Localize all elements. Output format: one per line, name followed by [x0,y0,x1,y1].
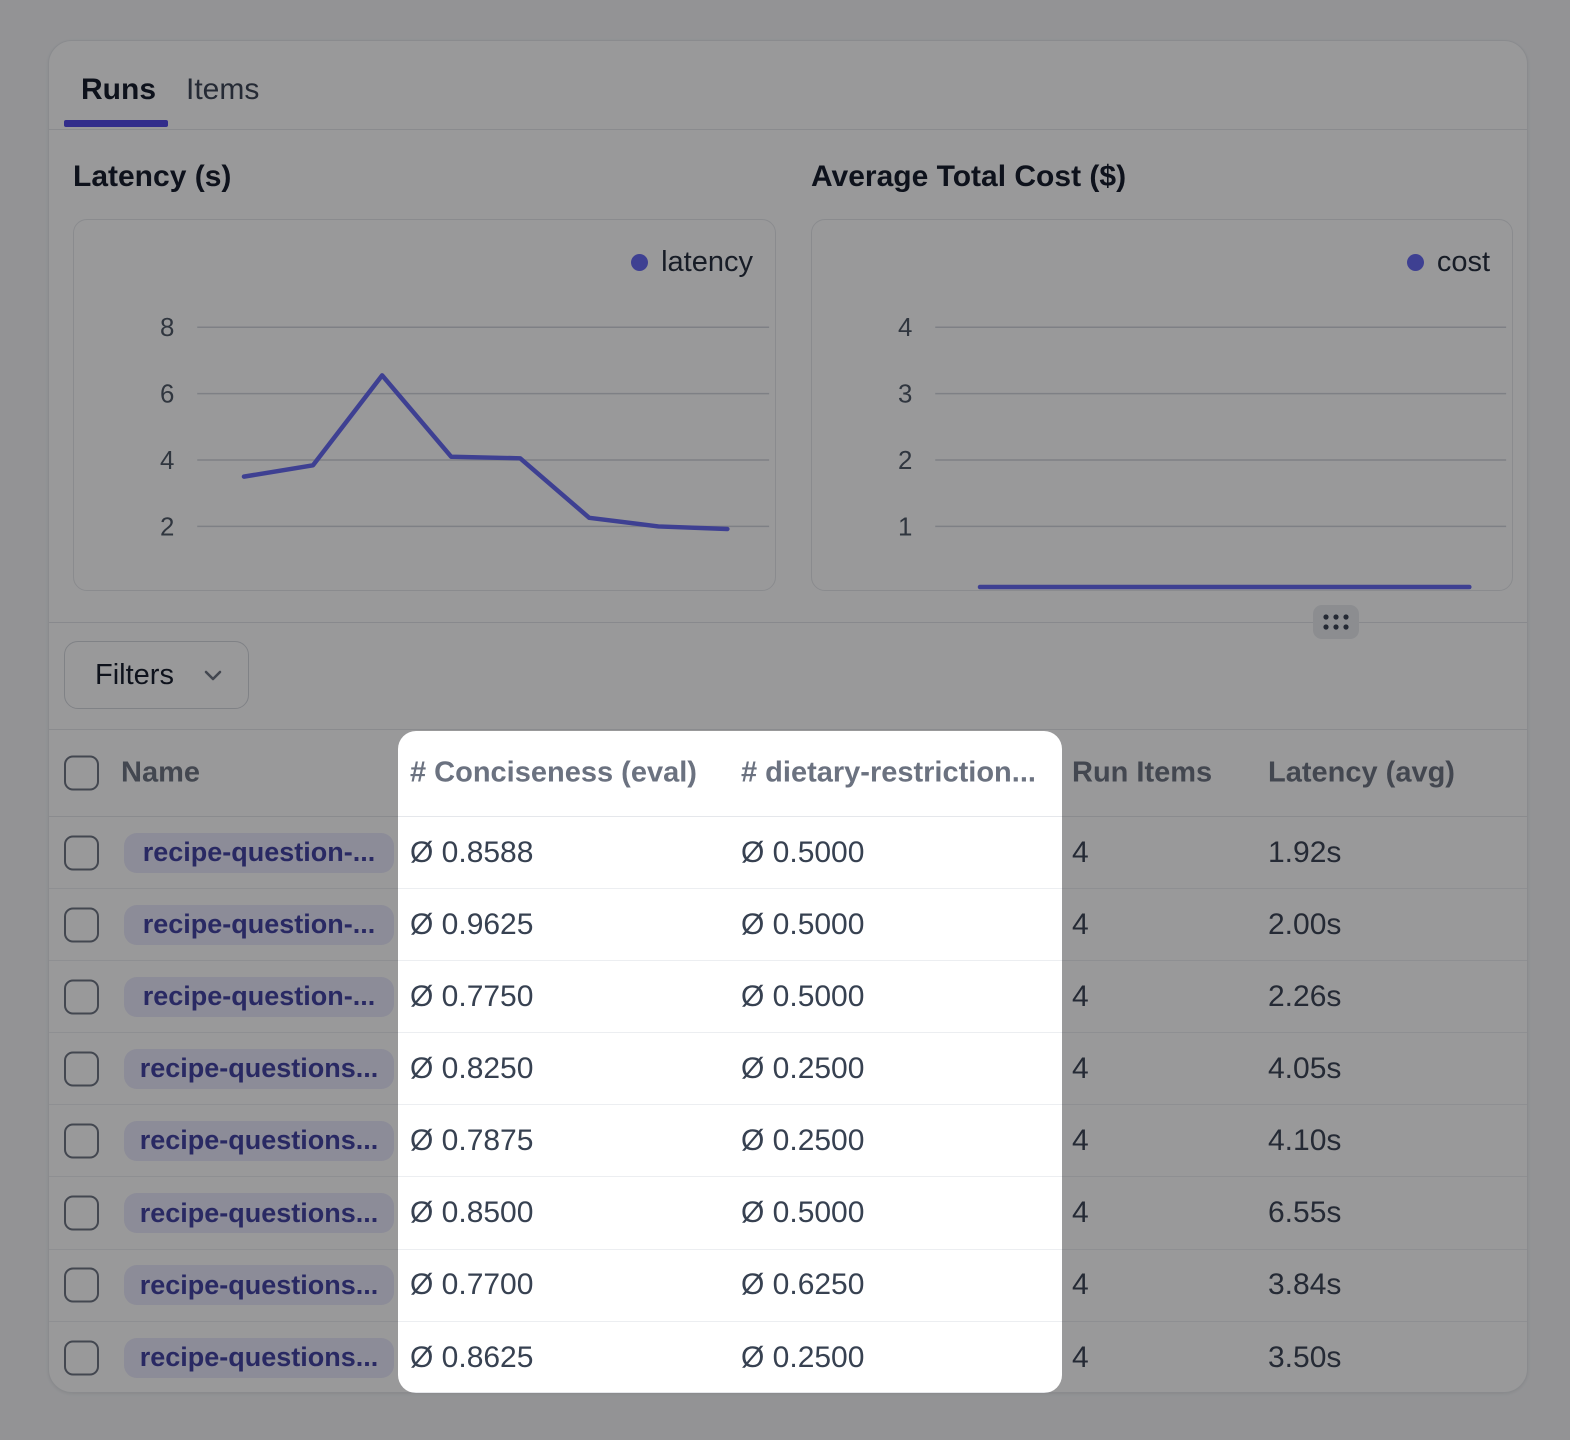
tab-items[interactable]: Items [186,73,259,107]
tab-runs[interactable]: Runs [81,73,156,107]
svg-text:8: 8 [160,314,174,342]
cost-chart-title: Average Total Cost ($) [811,160,1126,194]
active-tab-indicator [64,120,168,127]
tabs-divider [49,129,1527,130]
svg-text:1: 1 [898,513,912,541]
run-name-badge[interactable]: recipe-question-... [124,905,394,945]
cell-dietary: Ø 0.2500 [741,1052,864,1086]
select-all-checkbox[interactable] [64,756,99,791]
page: Runs Items Latency (s) Average Total Cos… [0,0,1570,1440]
latency-chart-title: Latency (s) [73,160,231,194]
column-header-dietary-restriction[interactable]: # dietary-restriction... [741,757,1036,790]
column-header-run-items[interactable]: Run Items [1072,757,1212,790]
cell-conciseness: Ø 0.8500 [410,1196,533,1230]
row-checkbox[interactable] [64,1123,99,1158]
drag-dots-icon [1321,611,1351,633]
table-body: recipe-question-... Ø 0.8588 Ø 0.5000 4 1.92… [49,817,1527,1394]
column-header-latency-avg[interactable]: Latency (avg) [1268,757,1455,790]
row-checkbox[interactable] [64,1051,99,1086]
run-name-badge[interactable]: recipe-questions... [124,1265,394,1305]
table-row[interactable]: recipe-question-... Ø 0.9625 Ø 0.5000 4 2.00… [49,889,1527,961]
svg-text:6: 6 [160,381,174,409]
svg-text:4: 4 [898,314,912,342]
cell-dietary: Ø 0.6250 [741,1268,864,1302]
run-name-badge[interactable]: recipe-question-... [124,977,394,1017]
run-name-badge[interactable]: recipe-questions... [124,1338,394,1378]
cell-conciseness: Ø 0.8588 [410,836,533,870]
row-checkbox[interactable] [64,1340,99,1375]
cell-latency: 2.00s [1268,908,1341,942]
legend-dot-icon [1407,254,1424,271]
column-header-name[interactable]: Name [121,757,200,790]
row-checkbox[interactable] [64,979,99,1014]
cell-run_items: 4 [1072,1196,1089,1230]
cell-run_items: 4 [1072,1052,1089,1086]
filters-button[interactable]: Filters [64,641,249,709]
cell-latency: 4.05s [1268,1052,1341,1086]
cell-latency: 1.92s [1268,836,1341,870]
cost-chart-panel: 4 3 2 1 cost [811,219,1513,591]
row-checkbox[interactable] [64,835,99,870]
resize-handle[interactable] [1313,605,1359,639]
cell-conciseness: Ø 0.7700 [410,1268,533,1302]
row-checkbox[interactable] [64,1268,99,1303]
svg-text:2: 2 [898,447,912,475]
charts-table-divider [49,622,1527,623]
cell-run_items: 4 [1072,1124,1089,1158]
table-row[interactable]: recipe-questions... Ø 0.8250 Ø 0.2500 4 4.05… [49,1033,1527,1105]
table-header: Name # Conciseness (eval) # dietary-rest… [49,729,1527,817]
cell-run_items: 4 [1072,1341,1089,1375]
table-row[interactable]: recipe-questions... Ø 0.8625 Ø 0.2500 4 3.50… [49,1322,1527,1394]
cell-run_items: 4 [1072,836,1089,870]
cell-dietary: Ø 0.5000 [741,980,864,1014]
filters-label: Filters [95,659,174,692]
cell-conciseness: Ø 0.8625 [410,1341,533,1375]
table-row[interactable]: recipe-questions... Ø 0.7875 Ø 0.2500 4 4.10… [49,1105,1527,1177]
run-name-badge[interactable]: recipe-questions... [124,1193,394,1233]
cell-conciseness: Ø 0.7750 [410,980,533,1014]
cell-latency: 6.55s [1268,1196,1341,1230]
cell-conciseness: Ø 0.8250 [410,1052,533,1086]
run-name-badge[interactable]: recipe-questions... [124,1121,394,1161]
latency-chart-panel: 8 6 4 2 latency [73,219,776,591]
run-name-badge[interactable]: recipe-questions... [124,1049,394,1089]
legend-label: cost [1437,246,1490,279]
table-row[interactable]: recipe-questions... Ø 0.7700 Ø 0.6250 4 3.84… [49,1250,1527,1322]
cell-conciseness: Ø 0.9625 [410,908,533,942]
svg-text:2: 2 [160,513,174,541]
table-row[interactable]: recipe-question-... Ø 0.7750 Ø 0.5000 4 2.26… [49,961,1527,1033]
svg-text:4: 4 [160,447,174,475]
cell-run_items: 4 [1072,1268,1089,1302]
cell-run_items: 4 [1072,908,1089,942]
svg-text:3: 3 [898,381,912,409]
cell-dietary: Ø 0.2500 [741,1341,864,1375]
run-name-badge[interactable]: recipe-question-... [124,833,394,873]
table-row[interactable]: recipe-question-... Ø 0.8588 Ø 0.5000 4 1.92… [49,817,1527,889]
cost-chart-legend: cost [1407,246,1490,279]
chevron-down-icon [200,662,226,688]
cell-latency: 3.84s [1268,1268,1341,1302]
runs-panel-card: Runs Items Latency (s) Average Total Cos… [48,40,1528,1393]
cell-dietary: Ø 0.5000 [741,1196,864,1230]
row-checkbox[interactable] [64,907,99,942]
cell-latency: 3.50s [1268,1341,1341,1375]
cell-run_items: 4 [1072,980,1089,1014]
cell-dietary: Ø 0.2500 [741,1124,864,1158]
latency-chart-legend: latency [631,246,753,279]
cell-dietary: Ø 0.5000 [741,836,864,870]
table-row[interactable]: recipe-questions... Ø 0.8500 Ø 0.5000 4 6.55… [49,1177,1527,1249]
row-checkbox[interactable] [64,1196,99,1231]
legend-label: latency [661,246,753,279]
legend-dot-icon [631,254,648,271]
cell-latency: 4.10s [1268,1124,1341,1158]
cell-conciseness: Ø 0.7875 [410,1124,533,1158]
column-header-conciseness[interactable]: # Conciseness (eval) [410,757,697,790]
cell-dietary: Ø 0.5000 [741,908,864,942]
cell-latency: 2.26s [1268,980,1341,1014]
